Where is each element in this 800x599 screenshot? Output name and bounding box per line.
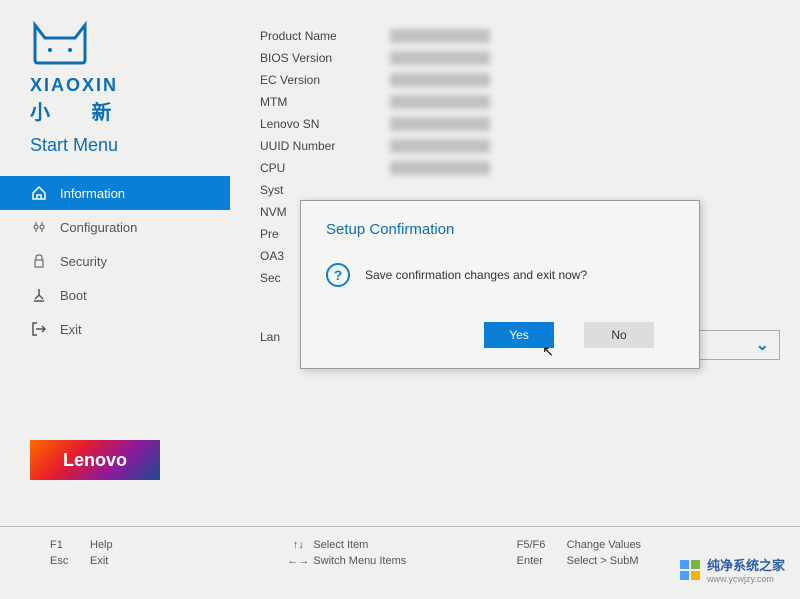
lenovo-logo: Lenovo [30,440,160,480]
info-row: UUID Number [260,135,780,157]
info-row: EC Version [260,69,780,91]
question-icon: ? [326,263,350,287]
boot-icon [30,286,48,304]
sidebar-item-configuration[interactable]: Configuration [0,210,230,244]
start-menu-title: Start Menu [30,135,230,156]
info-row: MTM [260,91,780,113]
exit-icon [30,320,48,338]
sidebar-item-exit[interactable]: Exit [0,312,230,346]
sidebar-item-information[interactable]: Information [0,176,230,210]
bios-screen: XIAOXIN 小 新 Start Menu Information Confi… [0,0,800,599]
dialog-message: Save confirmation changes and exit now? [365,268,587,282]
logo-area: XIAOXIN 小 新 Start Menu [30,20,230,156]
chevron-down-icon: ⌄ [756,335,769,355]
updown-icon: ↑↓ [283,539,313,551]
redacted-value [390,29,490,43]
info-row: Syst [260,179,780,201]
sidebar-item-security[interactable]: Security [0,244,230,278]
cursor-icon: ↖ [542,343,554,360]
brand-name: XIAOXIN [30,75,230,96]
config-icon [30,218,48,236]
redacted-value [390,117,490,131]
redacted-value [390,51,490,65]
info-row: Lenovo SN [260,113,780,135]
menu-list: Information Configuration Security Boot [0,176,230,346]
redacted-value [390,73,490,87]
no-button[interactable]: No [584,322,654,348]
xiaoxin-cat-logo [30,20,90,65]
dialog-title: Setup Confirmation [326,221,674,238]
info-row: Product Name [260,25,780,47]
info-row: BIOS Version [260,47,780,69]
sidebar-label: Exit [60,322,82,337]
lock-icon [30,252,48,270]
brand-sub: 小 新 [30,96,230,125]
redacted-value [390,95,490,109]
info-row: CPU [260,157,780,179]
home-icon [30,184,48,202]
sidebar-label: Information [60,186,125,201]
sidebar-label: Configuration [60,220,137,235]
redacted-value [390,161,490,175]
sidebar-item-boot[interactable]: Boot [0,278,230,312]
sidebar-label: Security [60,254,107,269]
setup-confirmation-dialog: Setup Confirmation ? Save confirmation c… [300,200,700,369]
redacted-value [390,139,490,153]
sidebar-label: Boot [60,288,87,303]
leftright-icon: ←→ [283,555,313,567]
watermark: 纯净系统之家 www.ycwjzy.com [678,555,785,584]
sidebar: XIAOXIN 小 新 Start Menu Information Confi… [0,0,230,500]
watermark-logo-icon [678,558,702,582]
